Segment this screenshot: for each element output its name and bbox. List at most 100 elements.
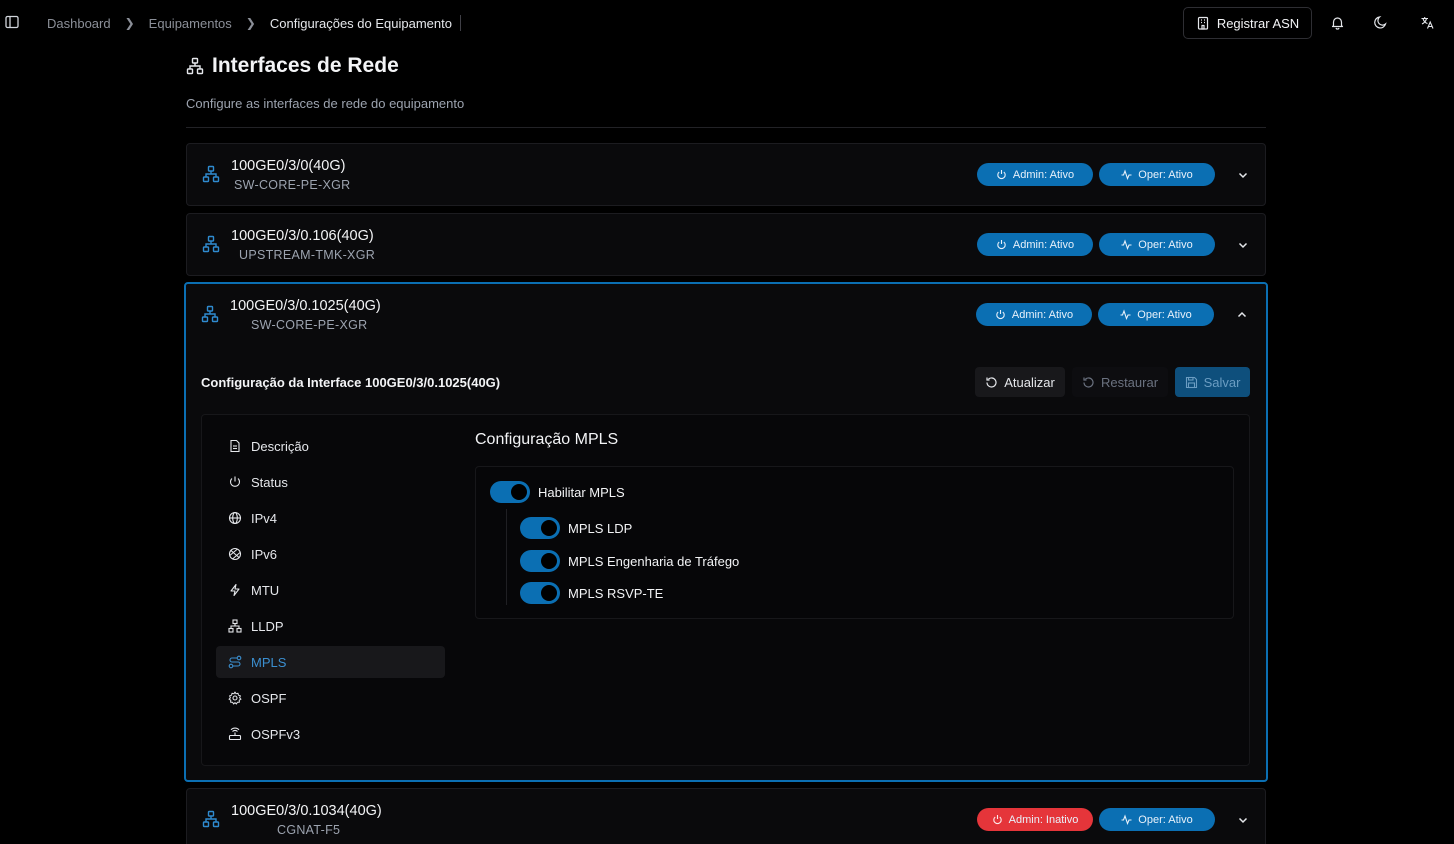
menu-item-label: MTU	[251, 582, 280, 598]
admin-status-badge: Admin: Ativo	[976, 303, 1092, 326]
toggle-mpls-ldp[interactable]: MPLS LDP	[520, 517, 632, 539]
oper-status-label: Oper: Ativo	[1138, 238, 1193, 251]
toggle-mpls-te[interactable]: MPLS Engenharia de Tráfego	[520, 550, 739, 572]
globe-icon	[228, 511, 242, 525]
menu-item-status[interactable]: Status	[216, 466, 445, 498]
menu-item-ipv4[interactable]: IPv4	[216, 502, 445, 534]
gear-icon	[228, 691, 242, 705]
network-icon	[202, 235, 220, 253]
translate-icon[interactable]	[1420, 15, 1435, 30]
interface-card-expanded[interactable]: 100GE0/3/0.1025(40G) SW-CORE-PE-XGR Admi…	[184, 282, 1268, 782]
toggle-label: MPLS LDP	[568, 520, 633, 536]
admin-status-label: Admin: Inativo	[1008, 813, 1079, 826]
breadcrumb-equipamentos[interactable]: Equipamentos	[149, 16, 232, 31]
menu-item-label: IPv6	[251, 546, 278, 562]
menu-item-ospf[interactable]: OSPF	[216, 682, 445, 714]
admin-status-label: Admin: Ativo	[1012, 238, 1075, 251]
power-icon	[997, 170, 1006, 180]
file-text-icon	[230, 439, 240, 453]
sub-options-line	[506, 509, 507, 605]
toggle-enable-mpls[interactable]: Habilitar MPLS	[490, 481, 625, 503]
oper-status-badge: Oper: Ativo	[1099, 808, 1215, 831]
config-panel: Descrição Status IPv4 IPv6 MTU LLDP MPLS…	[201, 414, 1250, 766]
chevron-down-icon[interactable]	[1236, 238, 1250, 252]
toggle-label: Habilitar MPLS	[538, 484, 625, 500]
activity-icon	[1121, 169, 1132, 180]
oper-status-label: Oper: Ativo	[1138, 168, 1193, 181]
oper-status-label: Oper: Ativo	[1137, 308, 1192, 321]
top-bar: Dashboard ❯ Equipamentos ❯ Configurações…	[0, 0, 1454, 45]
toggle-switch[interactable]	[520, 517, 560, 539]
section-title: Configuração MPLS	[475, 431, 619, 448]
oper-status-badge: Oper: Ativo	[1099, 233, 1215, 256]
save-label: Salvar	[1203, 374, 1241, 390]
refresh-label: Atualizar	[1004, 374, 1055, 390]
restore-button[interactable]: Restaurar	[1072, 367, 1168, 397]
activity-icon	[1120, 309, 1131, 320]
chevron-up-icon[interactable]	[1235, 308, 1249, 322]
menu-item-ospfv3[interactable]: OSPFv3	[216, 718, 445, 750]
chevron-down-icon[interactable]	[1236, 168, 1250, 182]
config-menu: Descrição Status IPv4 IPv6 MTU LLDP MPLS…	[216, 430, 445, 754]
page-title-text: Interfaces de Rede	[212, 54, 399, 77]
power-icon	[229, 476, 241, 487]
menu-item-ipv6[interactable]: IPv6	[216, 538, 445, 570]
admin-status-badge: Admin: Ativo	[977, 233, 1093, 256]
globe-grid-icon	[228, 547, 242, 561]
undo-icon	[1083, 376, 1094, 388]
menu-item-mtu[interactable]: MTU	[216, 574, 445, 606]
oper-status-badge: Oper: Ativo	[1099, 163, 1215, 186]
interface-card[interactable]: 100GE0/3/0(40G) SW-CORE-PE-XGR Admin: At…	[186, 143, 1266, 206]
oper-status-badge: Oper: Ativo	[1098, 303, 1214, 326]
interface-description: CGNAT-F5	[277, 823, 341, 837]
breadcrumb: Dashboard ❯ Equipamentos ❯ Configurações…	[47, 15, 461, 31]
power-icon	[997, 240, 1006, 250]
power-icon	[992, 815, 1002, 825]
toggle-mpls-rsvp-te[interactable]: MPLS RSVP-TE	[520, 582, 663, 604]
activity-icon	[1121, 814, 1132, 825]
menu-item-descricao[interactable]: Descrição	[216, 430, 445, 462]
oper-status-label: Oper: Ativo	[1138, 813, 1193, 826]
save-button[interactable]: Salvar	[1175, 367, 1250, 397]
interface-card-header[interactable]: 100GE0/3/0.1034(40G) CGNAT-F5 Admin: Ina…	[187, 789, 1265, 844]
chevron-right-icon: ❯	[245, 16, 256, 30]
chevron-down-icon[interactable]	[1236, 813, 1250, 827]
activity-icon	[1121, 239, 1132, 250]
interface-card-header[interactable]: 100GE0/3/0(40G) SW-CORE-PE-XGR Admin: At…	[187, 144, 1265, 206]
bolt-icon	[230, 583, 240, 597]
network-icon	[202, 810, 220, 828]
toggle-switch[interactable]	[490, 481, 530, 503]
route-icon	[228, 655, 242, 669]
admin-status-badge: Admin: Ativo	[977, 163, 1093, 186]
toggle-switch[interactable]	[520, 550, 560, 572]
moon-icon[interactable]	[1373, 15, 1388, 30]
menu-item-mpls[interactable]: MPLS	[216, 646, 445, 678]
menu-item-label: MPLS	[251, 654, 287, 670]
network-icon	[228, 619, 242, 633]
interface-card[interactable]: 100GE0/3/0.106(40G) UPSTREAM-TMK-XGR Adm…	[186, 213, 1266, 276]
menu-item-label: Descrição	[251, 438, 309, 454]
admin-status-label: Admin: Ativo	[1012, 168, 1075, 181]
refresh-icon	[986, 376, 997, 388]
interface-description: SW-CORE-PE-XGR	[234, 178, 351, 192]
breadcrumb-current: Configurações do Equipamento	[269, 15, 452, 31]
interface-card[interactable]: 100GE0/3/0.1034(40G) CGNAT-F5 Admin: Ina…	[186, 788, 1266, 844]
interface-card-header[interactable]: 100GE0/3/0.106(40G) UPSTREAM-TMK-XGR Adm…	[187, 214, 1265, 276]
interface-name: 100GE0/3/0(40G)	[231, 158, 346, 174]
breadcrumb-divider	[459, 15, 461, 31]
restore-label: Restaurar	[1100, 374, 1159, 390]
refresh-button[interactable]: Atualizar	[975, 367, 1065, 397]
page-subtitle: Configure as interfaces de rede do equip…	[186, 96, 465, 111]
page-title: Interfaces de Rede	[186, 54, 399, 78]
bell-icon[interactable]	[1330, 15, 1345, 30]
breadcrumb-dashboard[interactable]: Dashboard	[47, 16, 111, 31]
sidebar-toggle-icon[interactable]	[5, 15, 19, 29]
interface-card-header[interactable]: 100GE0/3/0.1025(40G) SW-CORE-PE-XGR Admi…	[186, 284, 1266, 346]
network-icon	[202, 165, 220, 183]
toggle-switch[interactable]	[520, 582, 560, 604]
register-asn-button[interactable]: Registrar ASN	[1183, 7, 1312, 39]
admin-status-label: Admin: Ativo	[1011, 308, 1074, 321]
menu-item-lldp[interactable]: LLDP	[216, 610, 445, 642]
power-icon	[996, 310, 1005, 320]
mpls-settings-box: Habilitar MPLS MPLS LDP MPLS Engenharia …	[475, 466, 1234, 619]
